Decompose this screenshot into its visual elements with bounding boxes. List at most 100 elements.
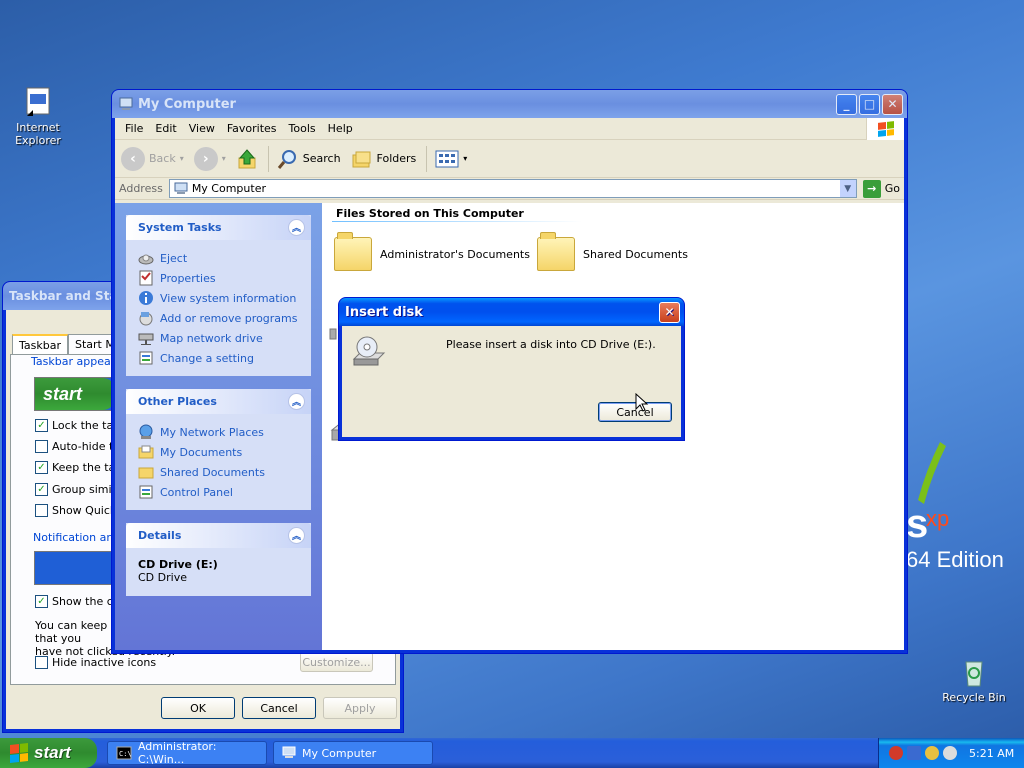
dialog-title: Insert disk [345, 304, 423, 320]
details-name: CD Drive (E:) [138, 558, 218, 571]
cancel-button[interactable]: Cancel [242, 697, 316, 719]
customize-button[interactable]: Customize... [300, 652, 373, 672]
back-button[interactable]: ‹ Back ▾ [121, 146, 184, 171]
checkbox-box[interactable] [35, 656, 48, 669]
taskbar: start C:\ Administrator: C:\Win... My Co… [0, 738, 1024, 768]
back-arrow-icon: ‹ [121, 146, 145, 171]
folder-icon [138, 467, 154, 479]
folder-administrators-documents[interactable]: Administrator's Documents [334, 232, 530, 271]
control-panel-icon [139, 485, 153, 499]
internet-explorer-shortcut-icon [22, 86, 54, 118]
checkbox-box[interactable]: ✓ [35, 483, 48, 496]
start-button[interactable]: start [0, 738, 97, 768]
panel-title: System Tasks [138, 221, 222, 234]
place-my-network-places[interactable]: My Network Places [138, 422, 299, 442]
address-input[interactable]: My Computer ▼ [168, 179, 857, 198]
task-change-setting[interactable]: Change a setting [138, 348, 299, 368]
place-label: My Network Places [160, 425, 264, 439]
folders-icon [352, 151, 371, 167]
address-label: Address [119, 182, 163, 195]
tab-taskbar[interactable]: Taskbar [12, 334, 68, 355]
address-value: My Computer [191, 182, 266, 195]
folder-label: Administrator's Documents [380, 247, 530, 261]
task-label: Change a setting [160, 351, 254, 365]
panel-header[interactable]: System Tasks ︽ [126, 215, 311, 240]
collapse-chevron-icon[interactable]: ︽ [288, 219, 305, 236]
address-bar: Address My Computer ▼ → Go [115, 178, 904, 200]
menu-view[interactable]: View [183, 122, 221, 135]
menu-edit[interactable]: Edit [149, 122, 182, 135]
window-title: My Computer [138, 96, 236, 112]
taskbar-item-my-computer[interactable]: My Computer [273, 741, 433, 765]
menu-favorites[interactable]: Favorites [221, 122, 283, 135]
folder-shared-documents[interactable]: Shared Documents [537, 232, 688, 271]
taskbar-item-command-prompt[interactable]: C:\ Administrator: C:\Win... [107, 740, 267, 766]
close-button[interactable]: ✕ [659, 301, 680, 323]
collapse-chevron-icon[interactable]: ︽ [288, 393, 305, 410]
my-computer-icon [282, 746, 296, 758]
menu-tools[interactable]: Tools [283, 122, 322, 135]
updates-icon[interactable] [925, 746, 939, 760]
svg-text:C:\: C:\ [119, 750, 132, 758]
collapse-chevron-icon[interactable]: ︽ [288, 527, 305, 544]
place-control-panel[interactable]: Control Panel [138, 482, 299, 502]
folders-button[interactable]: Folders [351, 149, 416, 169]
info-icon [139, 291, 153, 305]
place-shared-documents[interactable]: Shared Documents [138, 462, 299, 482]
panel-header[interactable]: Other Places ︽ [126, 389, 311, 414]
panel-header[interactable]: Details ︽ [126, 523, 311, 548]
desktop-icon-label: Internet [16, 121, 60, 134]
my-documents-icon [138, 445, 154, 459]
task-label: Map network drive [160, 331, 263, 345]
checkbox-box[interactable]: ✓ [35, 461, 48, 474]
views-button[interactable]: ▾ [435, 150, 467, 168]
checkbox-box[interactable] [35, 504, 48, 517]
go-button[interactable]: → Go [862, 179, 900, 198]
taskbar-item-label: My Computer [302, 746, 377, 760]
place-label: My Documents [160, 445, 243, 459]
network-places-icon [139, 424, 153, 439]
toolbar: ‹ Back ▾ › ▾ Search Folders ▾ [115, 140, 904, 178]
checkbox-hide-inactive[interactable]: Hide inactive icons [35, 656, 156, 669]
place-my-documents[interactable]: My Documents [138, 442, 299, 462]
checkbox-box[interactable]: ✓ [35, 419, 48, 432]
close-button[interactable]: ✕ [882, 93, 903, 115]
task-eject[interactable]: Eject [138, 248, 299, 268]
back-label: Back [149, 152, 176, 165]
maximize-button[interactable]: □ [859, 93, 880, 115]
minimize-button[interactable]: _ [836, 93, 857, 115]
clock[interactable]: 5:21 AM [969, 747, 1014, 760]
desktop-icon-internet-explorer[interactable]: Internet Explorer [3, 86, 73, 147]
properties-icon [139, 270, 153, 286]
desktop-icon-label: Recycle Bin [942, 691, 1006, 704]
menu-help[interactable]: Help [322, 122, 359, 135]
task-add-remove-programs[interactable]: Add or remove programs [138, 308, 299, 328]
views-icon [435, 150, 459, 167]
task-label: View system information [160, 291, 297, 305]
menu-file[interactable]: File [119, 122, 149, 135]
search-button[interactable]: Search [277, 148, 341, 170]
add-remove-programs-icon [139, 312, 153, 326]
drive-icon-partial [329, 328, 337, 340]
task-properties[interactable]: Properties [138, 268, 299, 288]
forward-button[interactable]: › ▾ [193, 146, 226, 171]
address-dropdown-icon[interactable]: ▼ [839, 180, 856, 197]
ok-button[interactable]: OK [161, 697, 235, 719]
system-tray: 5:21 AM [878, 738, 1024, 768]
network-icon[interactable] [907, 746, 921, 760]
security-alert-icon[interactable] [889, 746, 903, 760]
wallpaper-edition: 64 Edition [906, 547, 1004, 572]
desktop-icon-recycle-bin[interactable]: Recycle Bin [939, 656, 1009, 704]
wallpaper-text: s [906, 502, 929, 546]
checkbox-label: Hide inactive icons [52, 656, 157, 669]
eject-icon [138, 254, 154, 265]
checkbox-box[interactable] [35, 440, 48, 453]
apply-button[interactable]: Apply [323, 697, 397, 719]
volume-icon[interactable] [943, 746, 957, 760]
recycle-bin-icon [958, 656, 990, 688]
checkbox-box[interactable]: ✓ [35, 595, 48, 608]
task-view-system-information[interactable]: View system information [138, 288, 299, 308]
up-folder-button[interactable] [236, 148, 258, 170]
system-tasks-panel: System Tasks ︽ Eject Properties View syst… [126, 215, 311, 376]
task-map-network-drive[interactable]: Map network drive [138, 328, 299, 348]
